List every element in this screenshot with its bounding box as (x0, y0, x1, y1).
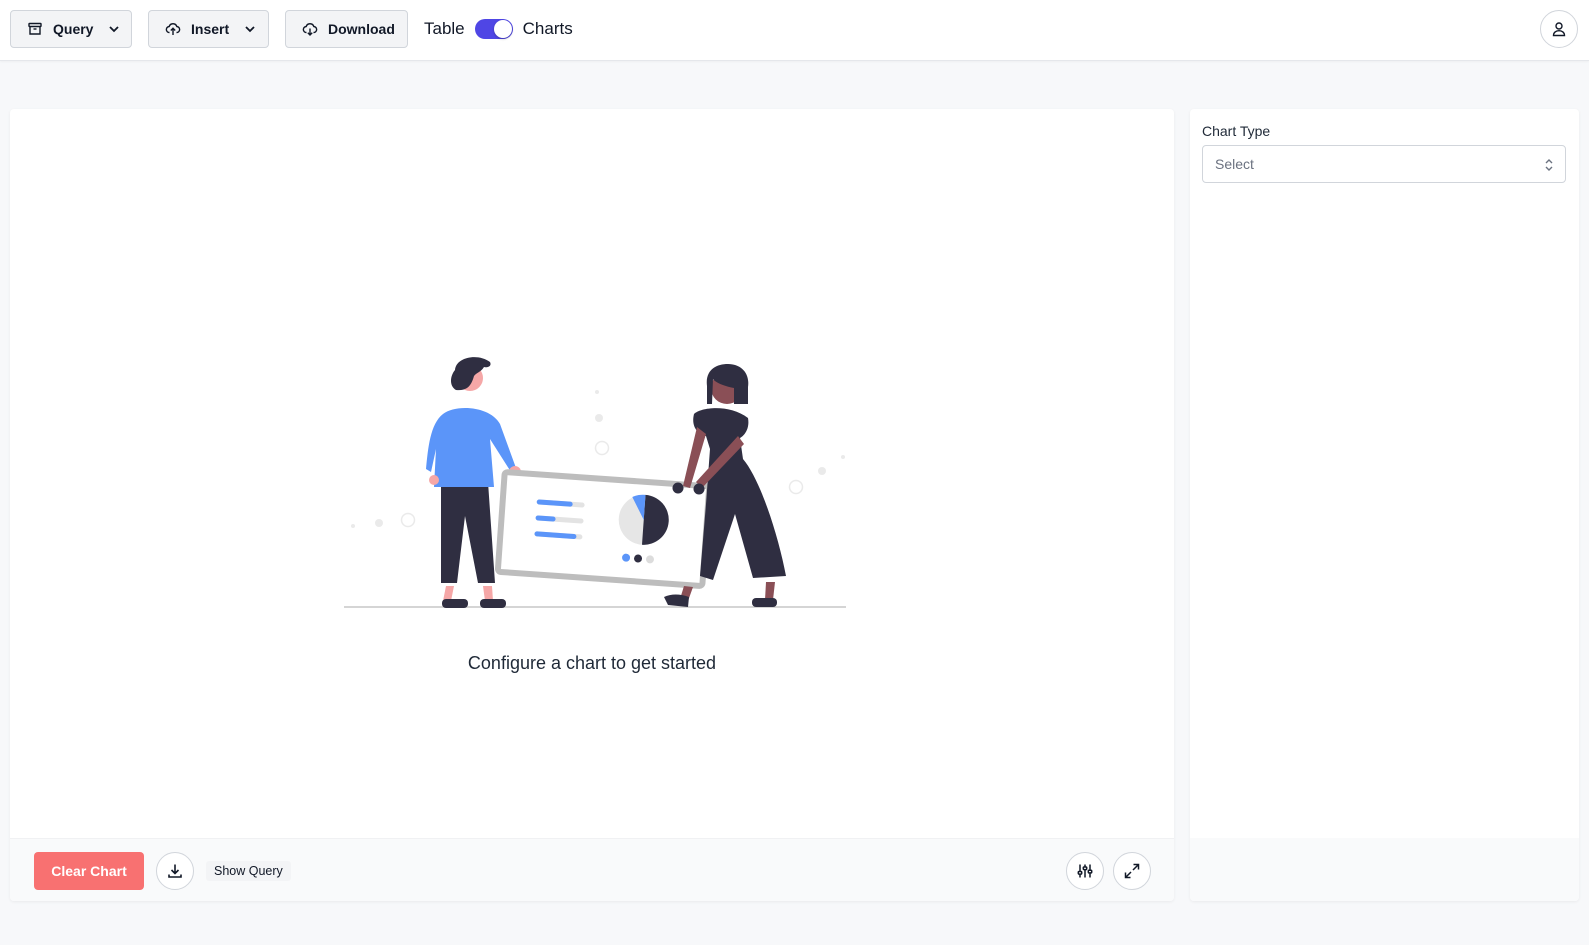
settings-panel-footer (1190, 838, 1579, 901)
chart-type-select[interactable]: Select (1202, 145, 1566, 183)
download-button[interactable]: Download (285, 10, 408, 48)
fullscreen-button[interactable] (1113, 852, 1151, 890)
expand-icon (1123, 862, 1141, 880)
switch-knob (493, 20, 512, 38)
query-button-label: Query (53, 21, 94, 37)
empty-state-message: Configure a chart to get started (467, 653, 717, 673)
chevron-down-icon (243, 22, 257, 36)
archive-icon (27, 21, 43, 37)
table-charts-switch[interactable] (474, 19, 513, 39)
clear-chart-button[interactable]: Clear Chart (34, 852, 144, 890)
chart-type-label: Chart Type (1202, 123, 1271, 139)
chevron-updown-icon (1543, 157, 1555, 173)
top-toolbar: Query Insert Download Table Charts (0, 0, 1589, 61)
query-button[interactable]: Query (10, 10, 132, 48)
download-icon (166, 862, 184, 880)
chart-type-select-value: Select (1215, 156, 1254, 172)
show-query-button[interactable]: Show Query (206, 861, 291, 881)
insert-button[interactable]: Insert (148, 10, 269, 48)
chart-panel: Configure a chart to get started Clear C… (10, 109, 1174, 901)
toggle-label-table[interactable]: Table (424, 19, 465, 39)
chart-footer: Clear Chart Show Query (10, 838, 1174, 901)
download-chart-button[interactable] (156, 852, 194, 890)
insert-button-label: Insert (191, 21, 230, 37)
cloud-upload-icon (165, 21, 181, 37)
user-icon (1550, 20, 1568, 38)
view-toggle: Table Charts (424, 17, 573, 41)
toggle-label-charts[interactable]: Charts (523, 19, 573, 39)
chart-settings-button[interactable] (1066, 852, 1104, 890)
sliders-icon (1076, 862, 1094, 880)
chevron-down-icon (107, 22, 121, 36)
empty-state-illustration (338, 354, 858, 624)
chart-settings-panel: Chart Type Select (1190, 109, 1579, 901)
download-button-label: Download (328, 21, 395, 37)
cloud-download-icon (302, 21, 318, 37)
user-menu-button[interactable] (1540, 10, 1578, 48)
